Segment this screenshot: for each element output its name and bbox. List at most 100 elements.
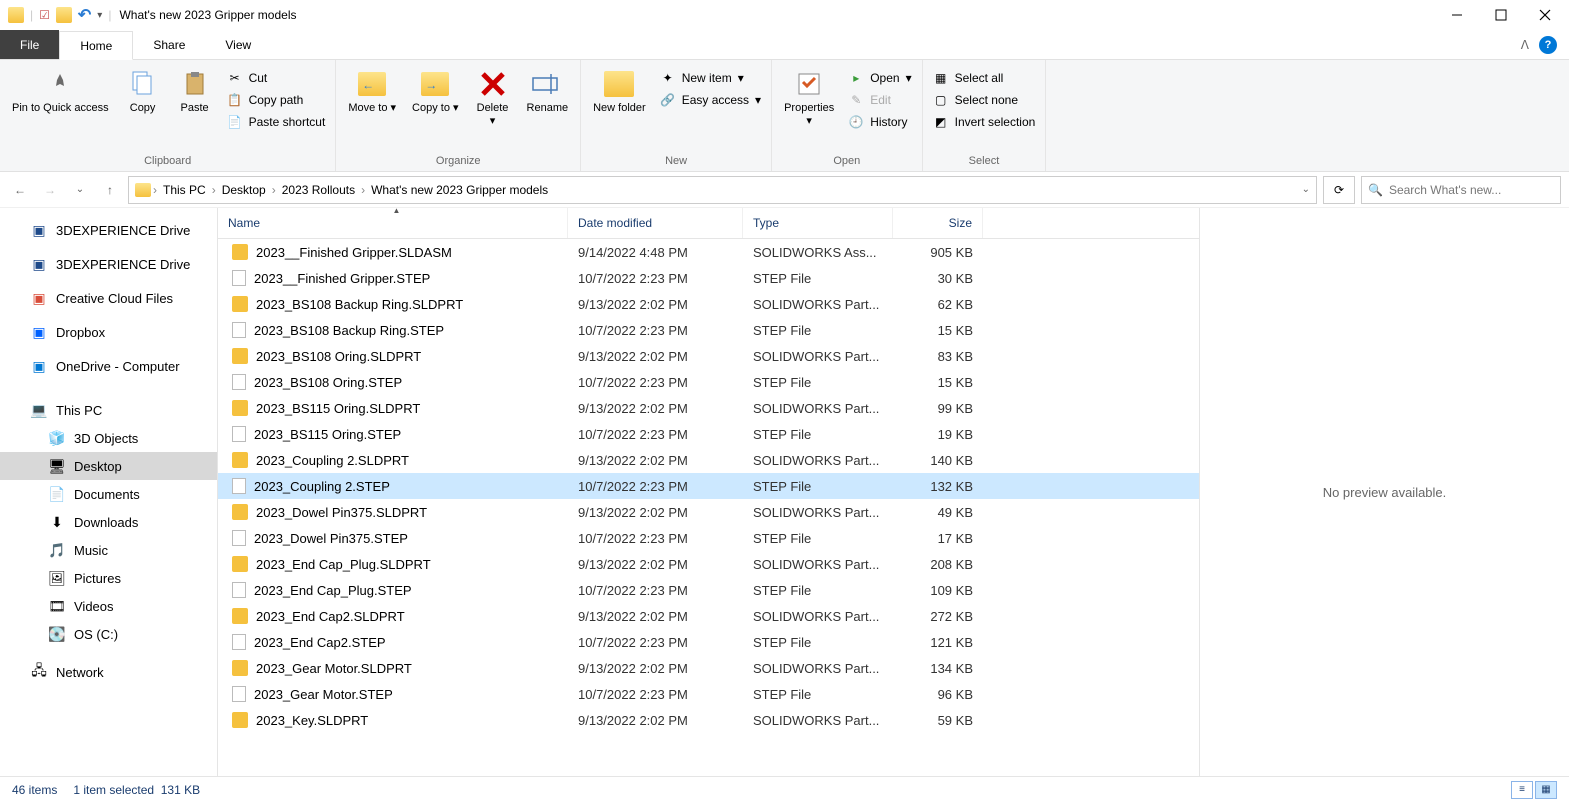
chevron-right-icon[interactable]: › — [212, 183, 216, 197]
file-row[interactable]: 2023_Dowel Pin375.SLDPRT9/13/2022 2:02 P… — [218, 499, 1199, 525]
close-button[interactable] — [1537, 7, 1553, 23]
view-large-icons-button[interactable]: ▦ — [1535, 781, 1557, 799]
file-row[interactable]: 2023_BS115 Oring.SLDPRT9/13/2022 2:02 PM… — [218, 395, 1199, 421]
file-row[interactable]: 2023_BS115 Oring.STEP10/7/2022 2:23 PMST… — [218, 421, 1199, 447]
file-row[interactable]: 2023__Finished Gripper.STEP10/7/2022 2:2… — [218, 265, 1199, 291]
view-details-button[interactable]: ≡ — [1511, 781, 1533, 799]
file-row[interactable]: 2023_End Cap_Plug.STEP10/7/2022 2:23 PMS… — [218, 577, 1199, 603]
column-header-size[interactable]: Size — [893, 208, 983, 238]
tab-share[interactable]: Share — [133, 30, 205, 59]
nav-item-desktop[interactable]: 🖥Desktop — [0, 452, 217, 480]
file-list[interactable]: 2023__Finished Gripper.SLDASM9/14/2022 4… — [218, 239, 1199, 776]
file-row[interactable]: 2023__Finished Gripper.SLDASM9/14/2022 4… — [218, 239, 1199, 265]
select-none-button[interactable]: ▢Select none — [929, 90, 1040, 110]
file-name: 2023_BS108 Backup Ring.STEP — [254, 323, 444, 338]
pin-quick-access-button[interactable]: Pin to Quick access — [6, 64, 115, 119]
file-row[interactable]: 2023_Dowel Pin375.STEP10/7/2022 2:23 PMS… — [218, 525, 1199, 551]
delete-button[interactable]: Delete▾ — [469, 64, 517, 132]
maximize-button[interactable] — [1493, 7, 1509, 23]
column-header-date[interactable]: Date modified — [568, 208, 743, 238]
file-row[interactable]: 2023_End Cap_Plug.SLDPRT9/13/2022 2:02 P… — [218, 551, 1199, 577]
file-row[interactable]: 2023_Coupling 2.STEP10/7/2022 2:23 PMSTE… — [218, 473, 1199, 499]
tab-file[interactable]: File — [0, 30, 59, 59]
easy-access-button[interactable]: 🔗Easy access ▾ — [656, 90, 765, 110]
qat-dropdown-icon[interactable]: ▾ — [97, 10, 102, 21]
file-type: SOLIDWORKS Part... — [743, 505, 893, 520]
breadcrumb-item[interactable]: Desktop — [218, 183, 270, 197]
paste-shortcut-button[interactable]: 📄Paste shortcut — [223, 112, 330, 132]
nav-item-music[interactable]: 🎵Music — [0, 536, 217, 564]
tab-view[interactable]: View — [205, 30, 271, 59]
file-row[interactable]: 2023_Gear Motor.STEP10/7/2022 2:23 PMSTE… — [218, 681, 1199, 707]
new-folder-button[interactable]: New folder — [587, 64, 652, 119]
nav-forward-button[interactable]: → — [38, 178, 62, 202]
nav-item[interactable]: ▣3DEXPERIENCE Drive — [0, 250, 217, 278]
breadcrumb-item[interactable]: This PC — [159, 183, 210, 197]
videos-icon: 🎞 — [48, 597, 66, 615]
column-header-type[interactable]: Type — [743, 208, 893, 238]
refresh-button[interactable]: ⟳ — [1323, 176, 1355, 204]
file-row[interactable]: 2023_End Cap2.SLDPRT9/13/2022 2:02 PMSOL… — [218, 603, 1199, 629]
qat-open-icon[interactable] — [56, 7, 72, 23]
paste-button[interactable]: Paste — [171, 64, 219, 119]
copy-path-button[interactable]: 📋Copy path — [223, 90, 330, 110]
chevron-right-icon[interactable]: › — [272, 183, 276, 197]
breadcrumb-item[interactable]: What's new 2023 Gripper models — [367, 183, 552, 197]
file-type-icon — [232, 374, 246, 390]
qat-undo-icon[interactable]: ↶ — [78, 5, 91, 25]
file-row[interactable]: 2023_Gear Motor.SLDPRT9/13/2022 2:02 PMS… — [218, 655, 1199, 681]
breadcrumb-dropdown-icon[interactable]: ⌄ — [1302, 184, 1310, 195]
breadcrumb-item[interactable]: 2023 Rollouts — [278, 183, 359, 197]
edit-button[interactable]: ✎Edit — [844, 90, 915, 110]
file-type: SOLIDWORKS Part... — [743, 401, 893, 416]
nav-back-button[interactable]: ← — [8, 178, 32, 202]
file-row[interactable]: 2023_BS108 Backup Ring.STEP10/7/2022 2:2… — [218, 317, 1199, 343]
qat-properties-icon[interactable]: ☑ — [39, 8, 50, 22]
nav-item-disk[interactable]: 💽OS (C:) — [0, 620, 217, 648]
nav-up-button[interactable]: ↑ — [98, 178, 122, 202]
copy-button[interactable]: Copy — [119, 64, 167, 119]
file-row[interactable]: 2023_Coupling 2.SLDPRT9/13/2022 2:02 PMS… — [218, 447, 1199, 473]
nav-item[interactable]: ▣Dropbox — [0, 318, 217, 346]
easy-access-icon: 🔗 — [660, 92, 676, 108]
nav-item[interactable]: ▣OneDrive - Computer — [0, 352, 217, 380]
file-row[interactable]: 2023_BS108 Backup Ring.SLDPRT9/13/2022 2… — [218, 291, 1199, 317]
ribbon-collapse-icon[interactable]: ᐱ — [1521, 38, 1529, 52]
invert-selection-button[interactable]: ◩Invert selection — [929, 112, 1040, 132]
minimize-button[interactable] — [1449, 7, 1465, 23]
column-header-name[interactable]: Name▲ — [218, 208, 568, 238]
rename-button[interactable]: Rename — [521, 64, 575, 119]
nav-item-label: Downloads — [74, 515, 138, 530]
drive-icon: ▣ — [30, 221, 48, 239]
tab-home[interactable]: Home — [59, 31, 133, 60]
history-button[interactable]: 🕘History — [844, 112, 915, 132]
move-to-button[interactable]: ← Move to ▾ — [342, 64, 402, 119]
nav-item-pictures[interactable]: 🖼Pictures — [0, 564, 217, 592]
chevron-right-icon[interactable]: › — [361, 183, 365, 197]
file-row[interactable]: 2023_End Cap2.STEP10/7/2022 2:23 PMSTEP … — [218, 629, 1199, 655]
nav-item-videos[interactable]: 🎞Videos — [0, 592, 217, 620]
properties-button[interactable]: Properties▾ — [778, 64, 840, 132]
cut-button[interactable]: ✂Cut — [223, 68, 330, 88]
open-button[interactable]: ▸Open ▾ — [844, 68, 915, 88]
nav-item-3d[interactable]: 🧊3D Objects — [0, 424, 217, 452]
file-row[interactable]: 2023_Key.SLDPRT9/13/2022 2:02 PMSOLIDWOR… — [218, 707, 1199, 733]
navigation-pane[interactable]: ▣3DEXPERIENCE Drive ▣3DEXPERIENCE Drive ▣C… — [0, 208, 218, 776]
file-row[interactable]: 2023_BS108 Oring.SLDPRT9/13/2022 2:02 PM… — [218, 343, 1199, 369]
file-type: SOLIDWORKS Part... — [743, 713, 893, 728]
nav-item-downloads[interactable]: ⬇Downloads — [0, 508, 217, 536]
nav-item[interactable]: ▣3DEXPERIENCE Drive — [0, 216, 217, 244]
breadcrumb[interactable]: › This PC › Desktop › 2023 Rollouts › Wh… — [128, 176, 1317, 204]
search-input[interactable]: 🔍 Search What's new... — [1361, 176, 1561, 204]
nav-this-pc[interactable]: 💻This PC — [0, 396, 217, 424]
select-all-button[interactable]: ▦Select all — [929, 68, 1040, 88]
new-item-button[interactable]: ✦New item ▾ — [656, 68, 765, 88]
file-row[interactable]: 2023_BS108 Oring.STEP10/7/2022 2:23 PMST… — [218, 369, 1199, 395]
nav-item[interactable]: ▣Creative Cloud Files — [0, 284, 217, 312]
copy-to-button[interactable]: → Copy to ▾ — [406, 64, 465, 119]
nav-item-documents[interactable]: 📄Documents — [0, 480, 217, 508]
help-icon[interactable]: ? — [1539, 36, 1557, 54]
nav-network[interactable]: 🖧Network — [0, 658, 217, 686]
chevron-right-icon[interactable]: › — [153, 183, 157, 197]
nav-recent-dropdown[interactable]: ⌄ — [68, 178, 92, 202]
